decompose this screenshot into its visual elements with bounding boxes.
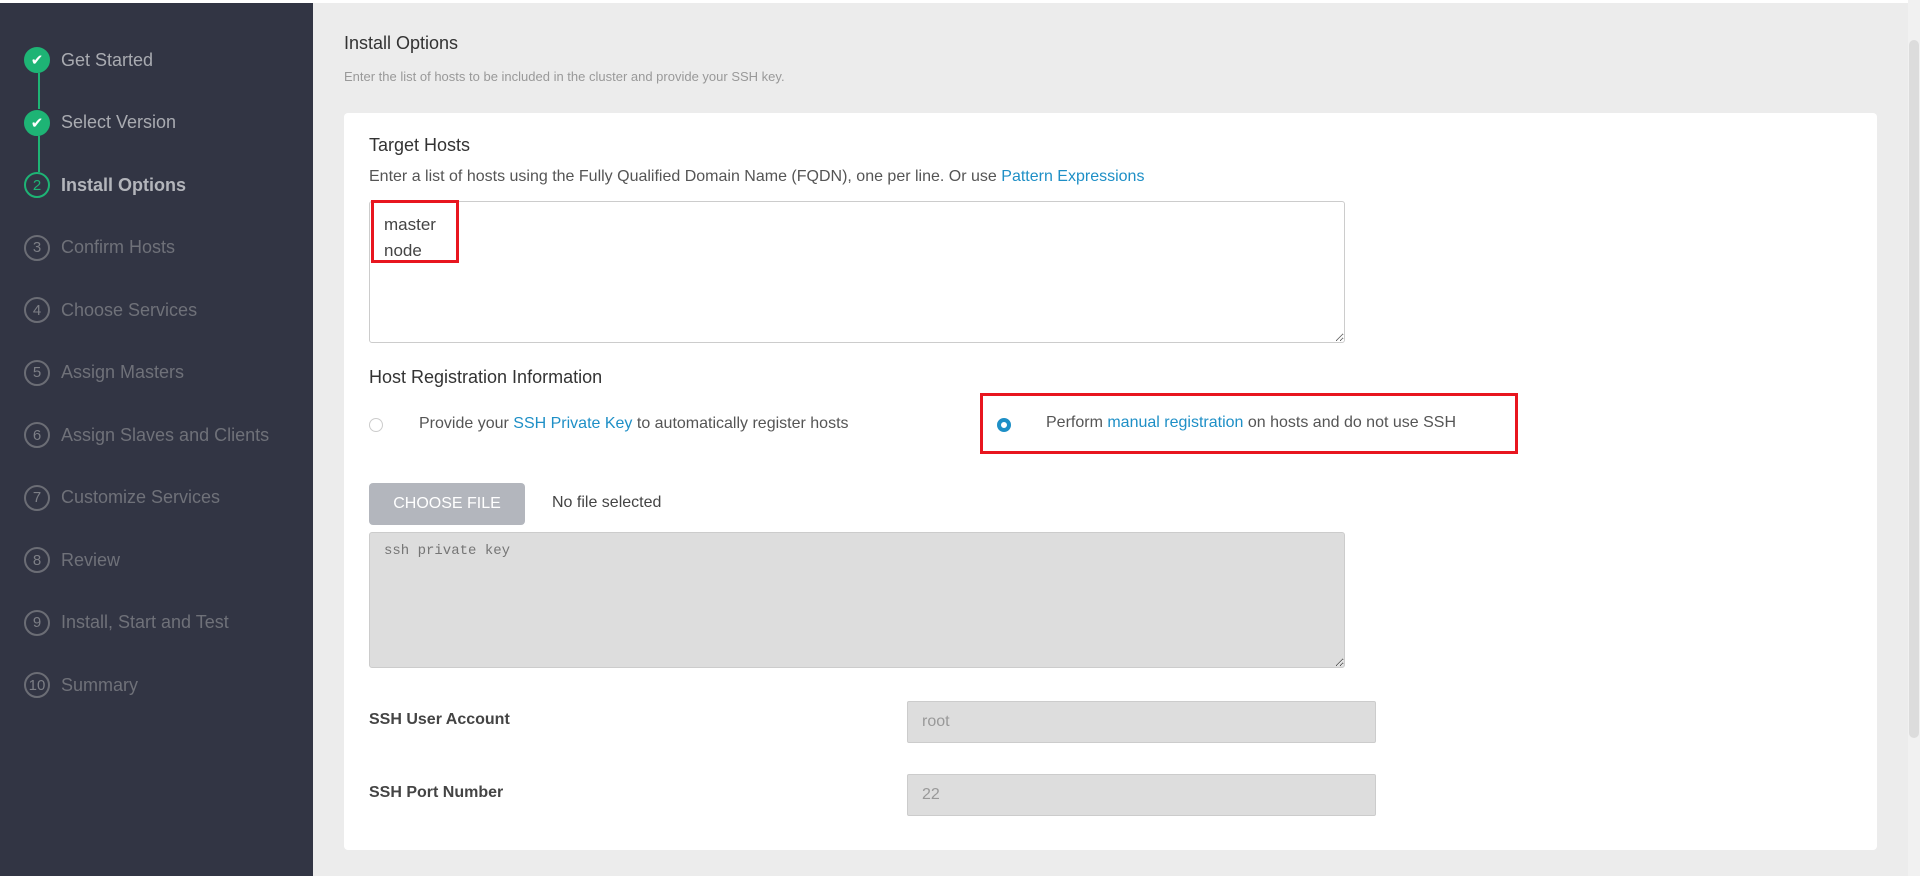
step-label: Customize Services [61,487,221,507]
option-text: Perform [1046,414,1108,431]
sidebar-step-11: 10 Summary [24,670,138,700]
step-label: Install, Start and Test [61,612,229,632]
sidebar-step-9: 8 Review [24,545,120,575]
file-status: No file selected [552,494,662,511]
ssh-port-input[interactable] [907,774,1376,816]
sidebar-step-6: 5 Assign Masters [24,358,184,388]
step-label: Choose Services [61,299,198,320]
check-icon: ✔ [24,47,50,73]
step-number-icon: 4 [24,297,50,323]
ssh-port-label: SSH Port Number [369,784,504,801]
step-number-icon: 7 [24,484,50,511]
choose-file-button[interactable]: CHOOSE FILE [369,483,525,525]
ssh-user-label: SSH User Account [369,711,510,728]
step-number-icon: 10 [24,672,50,698]
step-label: Assign Masters [61,362,185,382]
manual-registration-radio[interactable] [997,418,1011,432]
pattern-expressions-link[interactable]: Pattern Expressions [1001,168,1144,185]
target-hosts-title: Target Hosts [369,135,471,155]
sidebar-step-10: 9 Install, Start and Test [24,608,229,638]
sidebar-step-1[interactable]: ✔ Get Started [24,45,153,75]
manual-registration-link[interactable]: manual registration [1107,414,1243,431]
step-number-icon: 2 [24,172,50,198]
install-options-card: Target Hosts Enter a list of hosts using… [344,113,1877,850]
page-title: Install Options [344,33,459,53]
wizard-sidebar: ✔ Get Started ✔ Select Version 2 Install Opti… [0,3,313,876]
option-text: Provide your [419,415,514,432]
check-icon: ✔ [24,109,50,136]
main-content: Install Options Enter the list of hosts … [313,3,1908,876]
step-label: Assign Slaves and Clients [61,424,270,445]
step-number-icon: 6 [24,422,50,448]
ssh-private-key-input[interactable] [369,532,1345,668]
step-label: Summary [61,674,139,695]
step-label: Install Options [61,174,187,195]
step-label: Select Version [61,112,177,132]
sidebar-step-4: 3 Confirm Hosts [24,233,175,263]
target-hosts-description: Enter a list of hosts using the Fully Qu… [369,168,1144,186]
ssh-key-radio[interactable] [369,418,383,432]
step-label: Confirm Hosts [61,237,176,257]
option-text: on hosts and do not use SSH [1243,414,1457,431]
ssh-private-key-link[interactable]: SSH Private Key [513,415,632,432]
step-number-icon: 3 [24,234,50,261]
step-connector [38,73,40,109]
step-label: Review [61,549,121,570]
step-label: Get Started [61,49,154,70]
step-number-icon: 9 [24,609,50,636]
scrollbar-thumb[interactable] [1909,40,1919,738]
sidebar-step-5: 4 Choose Services [24,295,197,325]
manual-registration-option-label: Perform manual registration on hosts and… [1046,414,1456,432]
sidebar-step-7: 6 Assign Slaves and Clients [24,420,269,450]
sidebar-step-3[interactable]: 2 Install Options [24,170,186,200]
step-number-icon: 8 [24,547,50,573]
sidebar-step-2[interactable]: ✔ Select Version [24,108,176,138]
ssh-key-option-label: Provide your SSH Private Key to automati… [419,413,859,435]
page-subtitle: Enter the list of hosts to be included i… [344,69,785,84]
option-text: to automatically register hosts [632,415,849,432]
step-number-icon: 5 [24,359,50,386]
scrollbar[interactable] [1908,0,1920,876]
target-hosts-input[interactable]: master node [369,201,1345,343]
ssh-user-input[interactable] [907,701,1376,743]
host-registration-title: Host Registration Information [369,367,603,387]
sidebar-step-8: 7 Customize Services [24,483,220,513]
description-text: Enter a list of hosts using the Fully Qu… [369,168,1002,185]
step-connector [38,135,40,172]
